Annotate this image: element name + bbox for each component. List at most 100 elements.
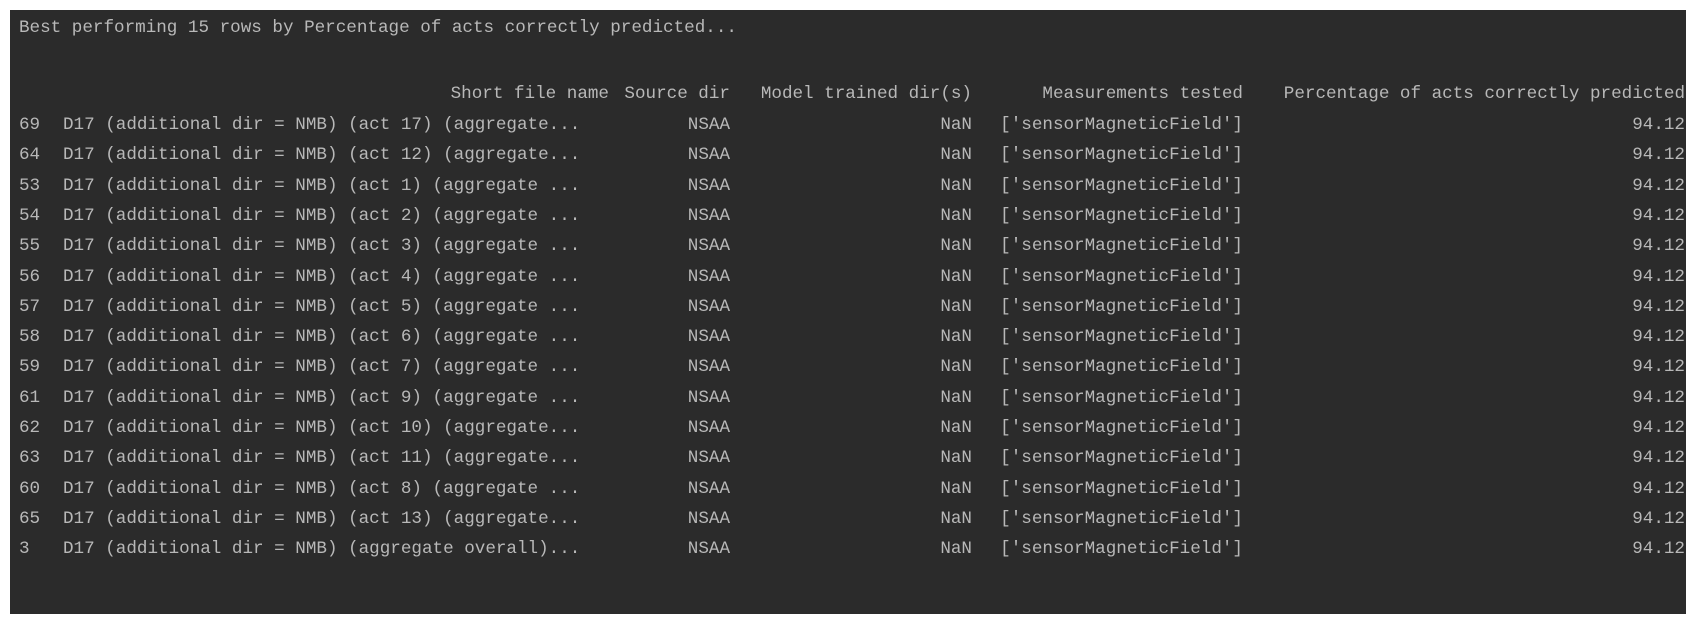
cell-short-file-name: D17 (additional dir = NMB) (aggregate ov… xyxy=(63,539,581,560)
cell-model-trained-dirs: NaN xyxy=(940,478,972,499)
cell-percentage: 94.12 xyxy=(1632,418,1685,438)
column-header-model-trained-dirs: Model trained dir(s) xyxy=(760,84,972,104)
cell-percentage: 94.12 xyxy=(1632,448,1685,469)
cell-model-trained-dirs: NaN xyxy=(940,266,972,287)
row-index: 64 xyxy=(19,145,41,166)
cell-short-file-name: D17 (additional dir = NMB) (act 10) (agg… xyxy=(63,418,581,438)
row-index: 3 xyxy=(19,539,30,560)
row-index: 55 xyxy=(19,236,41,257)
cell-short-file-name: D17 (additional dir = NMB) (act 2) (aggr… xyxy=(63,205,581,226)
cell-percentage: 94.12 xyxy=(1632,478,1685,499)
column-header-percentage: Percentage of acts correctly predicted xyxy=(1283,84,1685,104)
cell-source-dir: NSAA xyxy=(687,387,730,408)
table-row: 57 D17 (additional dir = NMB) (act 5) (ag… xyxy=(10,291,1686,324)
cell-source-dir: NSAA xyxy=(687,236,730,257)
cell-measurements-tested: ['sensorMagneticField'] xyxy=(1000,236,1243,257)
cell-measurements-tested: ['sensorMagneticField'] xyxy=(1000,508,1243,529)
table-row: 54 D17 (additional dir = NMB) (act 2) (ag… xyxy=(10,200,1686,233)
cell-percentage: 94.12 xyxy=(1632,387,1685,408)
row-index: 69 xyxy=(19,115,41,135)
cell-measurements-tested: ['sensorMagneticField'] xyxy=(1000,327,1243,348)
cell-short-file-name: D17 (additional dir = NMB) (act 3) (aggr… xyxy=(63,236,581,257)
cell-model-trained-dirs: NaN xyxy=(940,205,972,226)
cell-short-file-name: D17 (additional dir = NMB) (act 6) (aggr… xyxy=(63,327,581,348)
cell-source-dir: NSAA xyxy=(687,448,730,469)
cell-source-dir: NSAA xyxy=(687,296,730,317)
cell-source-dir: NSAA xyxy=(687,266,730,287)
cell-percentage: 94.12 xyxy=(1632,236,1685,257)
cell-measurements-tested: ['sensorMagneticField'] xyxy=(1000,296,1243,317)
table-row: 64 D17 (additional dir = NMB) (act 12) (a… xyxy=(10,139,1686,172)
table-row: 53 D17 (additional dir = NMB) (act 1) (ag… xyxy=(10,170,1686,203)
cell-model-trained-dirs: NaN xyxy=(940,175,972,196)
cell-short-file-name: D17 (additional dir = NMB) (act 13) (agg… xyxy=(63,508,581,529)
cell-measurements-tested: ['sensorMagneticField'] xyxy=(1000,478,1243,499)
row-index: 57 xyxy=(19,296,41,317)
row-index: 60 xyxy=(19,478,41,499)
cell-source-dir: NSAA xyxy=(687,175,730,196)
column-header-short-file-name: Short file name xyxy=(450,84,609,104)
cell-percentage: 94.12 xyxy=(1632,115,1685,135)
cell-measurements-tested: ['sensorMagneticField'] xyxy=(1000,418,1243,438)
row-index: 61 xyxy=(19,387,41,408)
cell-source-dir: NSAA xyxy=(687,478,730,499)
cell-measurements-tested: ['sensorMagneticField'] xyxy=(1000,115,1243,135)
cell-model-trained-dirs: NaN xyxy=(940,236,972,257)
cell-model-trained-dirs: NaN xyxy=(940,357,972,378)
cell-short-file-name: D17 (additional dir = NMB) (act 11) (agg… xyxy=(63,448,581,469)
cell-model-trained-dirs: NaN xyxy=(940,418,972,438)
table-row: 59 D17 (additional dir = NMB) (act 7) (ag… xyxy=(10,351,1686,384)
cell-short-file-name: D17 (additional dir = NMB) (act 7) (aggr… xyxy=(63,357,581,378)
table-header: Short file name Source dir Model trained… xyxy=(10,78,1686,111)
cell-measurements-tested: ['sensorMagneticField'] xyxy=(1000,448,1243,469)
row-index: 58 xyxy=(19,327,41,348)
cell-percentage: 94.12 xyxy=(1632,266,1685,287)
cell-measurements-tested: ['sensorMagneticField'] xyxy=(1000,387,1243,408)
row-index: 62 xyxy=(19,418,41,438)
cell-percentage: 94.12 xyxy=(1632,145,1685,166)
cell-source-dir: NSAA xyxy=(687,508,730,529)
cell-measurements-tested: ['sensorMagneticField'] xyxy=(1000,175,1243,196)
row-index: 65 xyxy=(19,508,41,529)
row-index: 54 xyxy=(19,205,41,226)
cell-short-file-name: D17 (additional dir = NMB) (act 17) (agg… xyxy=(63,115,581,135)
cell-percentage: 94.12 xyxy=(1632,205,1685,226)
table-row: 65 D17 (additional dir = NMB) (act 13) (a… xyxy=(10,503,1686,536)
row-index: 63 xyxy=(19,448,41,469)
cell-percentage: 94.12 xyxy=(1632,539,1685,560)
cell-model-trained-dirs: NaN xyxy=(940,448,972,469)
cell-measurements-tested: ['sensorMagneticField'] xyxy=(1000,205,1243,226)
table-row: 60 D17 (additional dir = NMB) (act 8) (ag… xyxy=(10,473,1686,506)
cell-short-file-name: D17 (additional dir = NMB) (act 4) (aggr… xyxy=(63,266,581,287)
output-title: Best performing 15 rows by Percentage of… xyxy=(19,18,737,38)
table-row: 61 D17 (additional dir = NMB) (act 9) (ag… xyxy=(10,382,1686,415)
cell-model-trained-dirs: NaN xyxy=(940,296,972,317)
cell-source-dir: NSAA xyxy=(687,327,730,348)
cell-percentage: 94.12 xyxy=(1632,357,1685,378)
cell-measurements-tested: ['sensorMagneticField'] xyxy=(1000,145,1243,166)
cell-measurements-tested: ['sensorMagneticField'] xyxy=(1000,539,1243,560)
row-index: 59 xyxy=(19,357,41,378)
table-row: 56 D17 (additional dir = NMB) (act 4) (ag… xyxy=(10,261,1686,294)
cell-percentage: 94.12 xyxy=(1632,327,1685,348)
cell-percentage: 94.12 xyxy=(1632,508,1685,529)
table-row: 58 D17 (additional dir = NMB) (act 6) (ag… xyxy=(10,321,1686,354)
cell-measurements-tested: ['sensorMagneticField'] xyxy=(1000,357,1243,378)
cell-model-trained-dirs: NaN xyxy=(940,115,972,135)
cell-source-dir: NSAA xyxy=(687,357,730,378)
cell-short-file-name: D17 (additional dir = NMB) (act 12) (agg… xyxy=(63,145,581,166)
row-index: 53 xyxy=(19,175,41,196)
cell-model-trained-dirs: NaN xyxy=(940,508,972,529)
cell-short-file-name: D17 (additional dir = NMB) (act 1) (aggr… xyxy=(63,175,581,196)
row-index: 56 xyxy=(19,266,41,287)
column-header-measurements-tested: Measurements tested xyxy=(1042,84,1243,104)
table-row: 55 D17 (additional dir = NMB) (act 3) (ag… xyxy=(10,230,1686,263)
cell-source-dir: NSAA xyxy=(687,205,730,226)
table-row: 63 D17 (additional dir = NMB) (act 11) (a… xyxy=(10,442,1686,475)
cell-source-dir: NSAA xyxy=(687,539,730,560)
cell-model-trained-dirs: NaN xyxy=(940,387,972,408)
cell-source-dir: NSAA xyxy=(687,145,730,166)
cell-model-trained-dirs: NaN xyxy=(940,145,972,166)
table-row: 62 D17 (additional dir = NMB) (act 10) (a… xyxy=(10,412,1686,445)
table-row: 69 D17 (additional dir = NMB) (act 17) (a… xyxy=(10,109,1686,142)
